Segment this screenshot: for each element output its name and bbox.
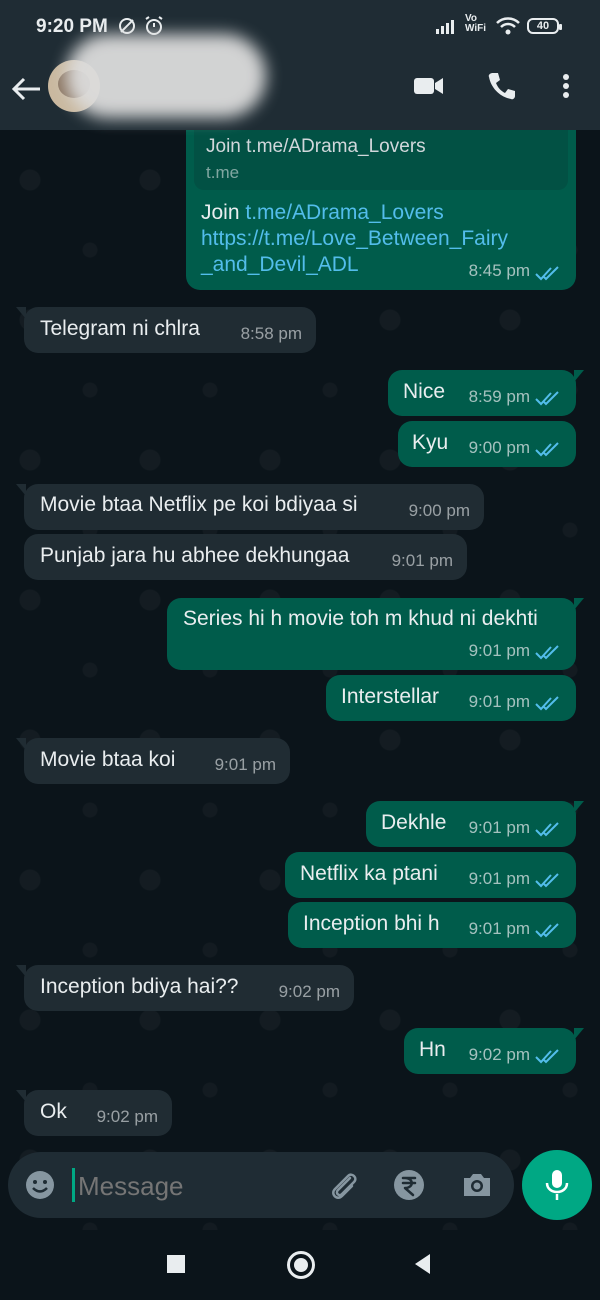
message-text-prefix: Join <box>201 201 246 224</box>
message-time: 9:00 pm <box>468 438 530 457</box>
message-outgoing[interactable]: Hn 9:02 pm <box>404 1028 584 1074</box>
message-text: Inception bdiya hai?? <box>40 975 239 998</box>
message-outgoing[interactable]: Nice 8:59 pm <box>388 370 584 416</box>
message-incoming[interactable]: Movie btaa koi 9:01 pm <box>16 738 290 784</box>
message-outgoing-link[interactable]: Join t.me/ADrama_Lovers t.me Join t.me/A… <box>186 104 576 290</box>
message-text: Interstellar <box>341 685 440 708</box>
wifi-icon <box>496 17 520 35</box>
message-time: 9:01 pm <box>468 641 530 660</box>
message-outgoing[interactable]: Inception bhi h 9:01 pm <box>288 902 576 948</box>
read-ticks-icon <box>535 696 559 711</box>
message-text: Inception bhi h <box>303 912 440 935</box>
read-ticks-icon <box>535 923 559 938</box>
message-time: 9:01 pm <box>468 818 530 837</box>
message-text: Nice <box>403 380 446 403</box>
message-text: Hn <box>419 1038 446 1061</box>
voice-call-icon[interactable] <box>482 66 522 106</box>
read-ticks-icon <box>535 645 559 660</box>
message-input[interactable] <box>76 1166 320 1206</box>
contact-name-redacted[interactable] <box>66 34 266 118</box>
message-text: Netflix ka ptani <box>300 862 438 885</box>
read-ticks-icon <box>535 442 559 457</box>
more-options-icon[interactable] <box>546 66 586 106</box>
message-time: 9:00 pm <box>408 501 470 520</box>
message-outgoing[interactable]: Kyu 9:00 pm <box>398 421 576 467</box>
message-composer[interactable] <box>8 1152 514 1218</box>
emoji-icon[interactable] <box>24 1169 56 1201</box>
message-time: 9:01 pm <box>391 551 453 570</box>
mic-button[interactable] <box>522 1150 592 1220</box>
message-incoming[interactable]: Inception bdiya hai?? 9:02 pm <box>16 965 354 1011</box>
message-time: 9:01 pm <box>214 755 276 774</box>
message-link[interactable]: https://t.me/Love_Between_Fairy <box>201 227 508 250</box>
back-button[interactable] <box>10 72 44 106</box>
signal-icon <box>436 20 454 34</box>
message-time: 8:45 pm <box>468 261 530 280</box>
message-text: Punjab jara hu abhee dekhungaa <box>40 544 350 567</box>
back-triangle-icon[interactable] <box>412 1252 434 1276</box>
video-call-icon[interactable] <box>408 66 448 106</box>
message-text: Movie btaa koi <box>40 748 176 771</box>
message-time: 8:58 pm <box>240 324 302 343</box>
battery-level: 40 <box>536 20 550 32</box>
message-link[interactable]: _and_Devil_ADL <box>201 253 359 276</box>
message-outgoing[interactable]: Netflix ka ptani 9:01 pm <box>285 852 576 898</box>
message-time: 9:02 pm <box>468 1045 530 1064</box>
message-time: 9:01 pm <box>468 919 530 938</box>
app-header: 9:20 PM Vo WiFi 40 <box>0 0 600 130</box>
message-outgoing[interactable]: Dekhle 9:01 pm <box>366 801 584 847</box>
message-time: 9:02 pm <box>278 982 340 1001</box>
message-incoming[interactable]: Telegram ni chlra 8:58 pm <box>16 307 316 353</box>
message-outgoing[interactable]: Interstellar 9:01 pm <box>326 675 576 721</box>
battery-indicator: 40 <box>527 18 562 34</box>
message-time: 9:02 pm <box>96 1107 158 1126</box>
message-text: Movie btaa Netflix pe koi bdiyaa si <box>40 493 358 516</box>
message-incoming[interactable]: Punjab jara hu abhee dekhungaa 9:01 pm <box>24 534 467 580</box>
mic-icon <box>545 1170 569 1200</box>
message-caret <box>72 1168 75 1202</box>
message-time: 9:01 pm <box>468 692 530 711</box>
message-time: 8:59 pm <box>468 387 530 406</box>
recents-button[interactable] <box>167 1255 185 1273</box>
system-nav-bar <box>0 1230 600 1300</box>
message-link[interactable]: t.me/ADrama_Lovers <box>245 201 443 224</box>
vowifi-label: Vo WiFi <box>465 13 487 34</box>
message-text: Kyu <box>412 431 449 454</box>
message-outgoing[interactable]: Series hi h movie toh m khud ni dekhti 9… <box>167 598 584 670</box>
read-ticks-icon <box>535 822 559 837</box>
read-ticks-icon <box>535 391 559 406</box>
link-preview-title: Join t.me/ADrama_Lovers <box>206 136 426 157</box>
message-text: Dekhle <box>381 811 447 834</box>
message-time: 9:01 pm <box>468 869 530 888</box>
back-arrow-icon <box>11 77 40 101</box>
attach-icon[interactable] <box>326 1168 362 1204</box>
message-text: Ok <box>40 1100 67 1123</box>
read-ticks-icon <box>535 266 559 281</box>
message-text: Telegram ni chlra <box>40 317 200 340</box>
message-incoming[interactable]: Movie btaa Netflix pe koi bdiyaa si 9:00… <box>16 484 484 530</box>
camera-icon[interactable] <box>460 1169 494 1201</box>
message-incoming[interactable]: Ok 9:02 pm <box>16 1090 172 1136</box>
link-preview-domain: t.me <box>206 163 240 182</box>
home-button[interactable] <box>287 1251 315 1279</box>
home-button-inner <box>294 1258 308 1272</box>
read-ticks-icon <box>535 873 559 888</box>
read-ticks-icon <box>535 1049 559 1064</box>
message-text: Series hi h movie toh m khud ni dekhti <box>183 607 538 630</box>
rupee-payment-icon[interactable] <box>392 1168 426 1202</box>
no-sim-icon <box>119 18 135 34</box>
